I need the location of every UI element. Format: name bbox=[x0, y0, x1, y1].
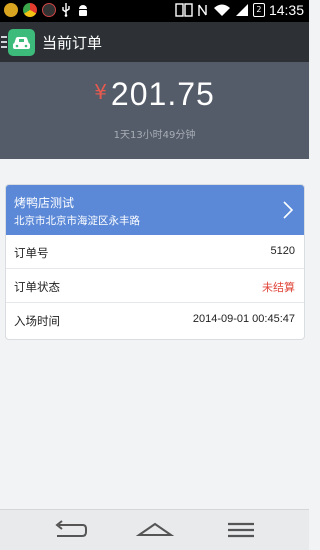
drawer-menu-icon[interactable] bbox=[1, 36, 7, 48]
entry-time-row: 入场时间 2014-09-01 00:45:47 bbox=[6, 303, 304, 337]
order-card: 烤鸭店测试 北京市北京市海淀区永丰路 订单号 5120 订单状态 未结算 入场时… bbox=[5, 184, 305, 340]
clock: 14:35 bbox=[268, 2, 304, 18]
status-notifications bbox=[4, 3, 90, 17]
menu-icon[interactable] bbox=[221, 518, 261, 542]
usb-icon bbox=[62, 3, 70, 17]
home-icon[interactable] bbox=[135, 518, 175, 542]
back-icon[interactable] bbox=[49, 518, 89, 542]
system-nav-bar bbox=[0, 509, 309, 550]
amount: 201.75 bbox=[110, 76, 215, 112]
order-status: 未结算 bbox=[262, 281, 295, 294]
page-title: 当前订单 bbox=[42, 34, 103, 52]
chrome-icon bbox=[23, 3, 37, 17]
notification-icon bbox=[4, 3, 18, 17]
battery-icon: 2 bbox=[252, 3, 265, 17]
shop-header[interactable]: 烤鸭店测试 北京市北京市海淀区永丰路 bbox=[6, 185, 304, 235]
price: ¥201.75 bbox=[0, 76, 309, 113]
status-system: 2 14:35 bbox=[175, 2, 304, 18]
android-icon bbox=[79, 5, 87, 16]
parking-duration: 1天13小时49分钟 bbox=[113, 130, 196, 141]
car-icon[interactable] bbox=[8, 29, 35, 56]
shop-name: 烤鸭店测试 bbox=[14, 196, 75, 210]
nfc-icon bbox=[198, 4, 207, 16]
row-label: 订单状态 bbox=[14, 280, 60, 294]
order-number: 5120 bbox=[270, 245, 295, 257]
chevron-right-icon bbox=[283, 201, 294, 219]
signal-icon bbox=[235, 4, 248, 16]
order-status-row: 订单状态 未结算 bbox=[6, 269, 304, 303]
screen-icon bbox=[175, 3, 193, 17]
row-label: 入场时间 bbox=[14, 314, 60, 328]
entry-time: 2014-09-01 00:45:47 bbox=[192, 313, 295, 325]
app-bar: 当前订单 bbox=[0, 22, 309, 62]
no-signal-icon bbox=[42, 3, 56, 17]
wifi-icon bbox=[213, 4, 230, 16]
currency-symbol: ¥ bbox=[94, 80, 107, 104]
row-label: 订单号 bbox=[14, 246, 49, 260]
order-number-row: 订单号 5120 bbox=[6, 235, 304, 269]
shop-address: 北京市北京市海淀区永丰路 bbox=[14, 215, 140, 227]
status-bar: 2 14:35 bbox=[0, 0, 309, 22]
order-summary: ¥201.75 1天13小时49分钟 bbox=[0, 62, 309, 159]
